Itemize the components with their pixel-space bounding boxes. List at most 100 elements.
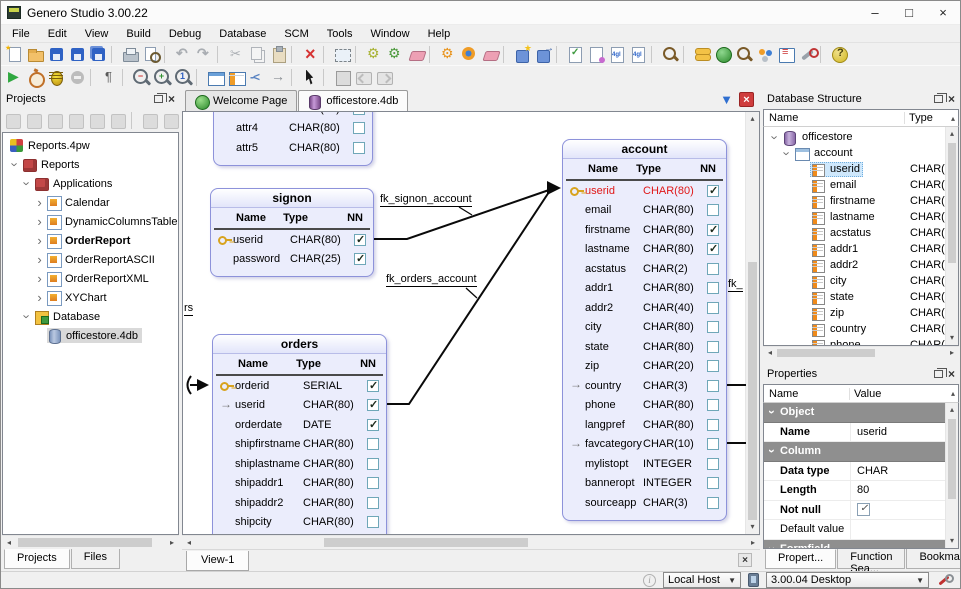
entity-table-attrs[interactable]: Name Type NN attr3 CHAR(80) <box>213 112 373 166</box>
chevron-down-icon[interactable] <box>764 520 780 539</box>
toolbar-button[interactable] <box>734 44 755 65</box>
menu-item[interactable]: SCM <box>275 25 317 42</box>
toolbar-button[interactable] <box>226 44 247 65</box>
menu-item[interactable]: Help <box>419 25 460 42</box>
entity-column-row[interactable]: addr1 CHAR(80) <box>563 279 726 299</box>
editor-tab[interactable]: Welcome Page <box>185 90 297 111</box>
entity-column-row[interactable]: password CHAR(25) <box>211 250 373 270</box>
entity-column-row[interactable]: acstatus CHAR(2) <box>563 259 726 279</box>
panel-tab[interactable]: Files <box>71 549 120 569</box>
not-null-checkbox[interactable] <box>367 419 379 431</box>
toolbar-button[interactable] <box>300 44 321 65</box>
entity-column-row[interactable]: zip CHAR(20) <box>563 357 726 377</box>
entity-table-orders[interactable]: orders Name Type NN orderid <box>212 334 387 534</box>
toolbar-button[interactable] <box>67 67 88 88</box>
projects-toolbar-button[interactable] <box>3 110 24 131</box>
db-structure-vertical-scrollbar[interactable]: ▴ ▾ <box>945 127 958 345</box>
panel-tab[interactable]: Projects <box>4 549 70 569</box>
toolbar-button[interactable] <box>374 67 395 88</box>
not-null-checkbox[interactable] <box>707 341 719 353</box>
db-structure-horizontal-scrollbar[interactable]: ◂ ▸ <box>763 346 959 359</box>
fk-label-partial[interactable]: rs <box>184 302 193 316</box>
filter-icon[interactable]: ▼ <box>720 93 733 106</box>
scroll-down-icon[interactable]: ▾ <box>946 331 958 345</box>
tree-expand-chevron-icon[interactable] <box>33 290 46 305</box>
diagram-canvas[interactable]: fk_signon_account fk_orders_account rs f… <box>183 112 746 534</box>
property-row[interactable]: Data type CHAR <box>764 462 958 482</box>
projects-horizontal-scrollbar[interactable]: ◂ ▸ <box>2 535 179 549</box>
toolbar-button[interactable] <box>247 44 268 65</box>
projects-tree-item[interactable]: Applications <box>3 174 178 193</box>
info-icon[interactable]: i <box>643 574 656 587</box>
projects-tree-item[interactable]: OrderReport <box>3 231 178 250</box>
projects-toolbar-button[interactable] <box>161 110 182 131</box>
db-structure-item[interactable]: country CHAR(3) <box>764 321 958 337</box>
property-row[interactable]: Object <box>764 403 958 423</box>
close-document-button[interactable]: × <box>739 92 754 107</box>
toolbar-button[interactable] <box>300 67 321 88</box>
maximize-button[interactable]: □ <box>892 1 926 25</box>
not-null-checkbox[interactable] <box>367 399 379 411</box>
toolbar-button[interactable] <box>628 44 649 65</box>
entity-column-row[interactable]: shiplastname CHAR(80) <box>213 454 386 474</box>
float-panel-icon[interactable] <box>934 95 943 103</box>
projects-tree-item[interactable]: OrderReportXML <box>3 269 178 288</box>
close-panel-icon[interactable]: × <box>948 94 955 104</box>
toolbar-button[interactable] <box>141 44 162 65</box>
minimize-button[interactable]: – <box>858 1 892 25</box>
scrollbar-thumb[interactable] <box>18 538 152 547</box>
db-structure-item[interactable]: acstatus CHAR(2) <box>764 225 958 241</box>
not-null-checkbox[interactable] <box>707 282 719 294</box>
toolbar-button[interactable] <box>131 67 152 88</box>
entity-column-row[interactable]: firstname CHAR(80) <box>563 220 726 240</box>
toolbar-button[interactable] <box>46 67 67 88</box>
toolbar-button[interactable] <box>67 44 88 65</box>
toolbar-button[interactable] <box>406 44 427 65</box>
toolbar-button[interactable] <box>25 67 46 88</box>
toolbar-button[interactable] <box>565 44 586 65</box>
db-structure-item[interactable]: email CHAR(80) <box>764 177 958 193</box>
db-structure-item[interactable]: zip CHAR(20) <box>764 305 958 321</box>
toolbar-button[interactable] <box>512 44 533 65</box>
projects-toolbar-button[interactable] <box>66 110 87 131</box>
scrollbar-thumb[interactable] <box>948 143 956 263</box>
float-panel-icon[interactable] <box>154 95 163 103</box>
db-structure-item[interactable]: addr1 CHAR(80) <box>764 241 958 257</box>
toolbar-button[interactable] <box>247 67 268 88</box>
value-column-header[interactable]: Value <box>850 388 958 400</box>
scroll-left-icon[interactable]: ◂ <box>763 347 777 359</box>
not-null-checkbox[interactable] <box>353 112 365 115</box>
tree-expand-chevron-icon[interactable] <box>33 195 46 210</box>
not-null-checkbox[interactable] <box>707 302 719 314</box>
db-structure-item[interactable]: phone CHAR(80) <box>764 337 958 346</box>
toolbar-button[interactable] <box>829 44 850 65</box>
not-null-checkbox[interactable] <box>707 497 719 509</box>
tree-expand-chevron-icon[interactable] <box>21 176 34 191</box>
entity-column-row[interactable]: attr4 CHAR(80) <box>214 119 372 139</box>
scroll-up-icon[interactable]: ▴ <box>746 112 759 126</box>
tree-expand-chevron-icon[interactable] <box>33 271 46 286</box>
float-panel-icon[interactable] <box>934 370 943 378</box>
panel-tab[interactable]: Function Sea... <box>837 549 905 569</box>
toolbar-button[interactable] <box>226 67 247 88</box>
fk-label[interactable]: fk_signon_account <box>380 193 472 207</box>
toolbar-button[interactable] <box>692 44 713 65</box>
entity-column-row[interactable]: shipstate CHAR(80) <box>213 532 386 534</box>
not-null-checkbox[interactable] <box>707 438 719 450</box>
toolbar-button[interactable] <box>120 44 141 65</box>
not-null-checkbox[interactable] <box>707 360 719 372</box>
not-null-checkbox[interactable] <box>707 477 719 489</box>
not-null-checkbox[interactable] <box>707 458 719 470</box>
menu-item[interactable]: Debug <box>160 25 210 42</box>
tree-expand-chevron-icon[interactable] <box>781 146 794 161</box>
scroll-right-icon[interactable]: ▸ <box>945 347 959 359</box>
properties-vertical-scrollbar[interactable]: ▴ ▾ <box>945 403 958 548</box>
toolbar-button[interactable] <box>268 67 289 88</box>
projects-tree-item[interactable]: DynamicColumnsTable <box>3 212 178 231</box>
close-panel-icon[interactable]: × <box>948 369 955 379</box>
diagram-vertical-scrollbar[interactable]: ▴ ▾ <box>745 112 759 534</box>
toolbar-button[interactable] <box>4 44 25 65</box>
toolbar-button[interactable] <box>99 67 120 88</box>
toolbar-button[interactable] <box>480 44 501 65</box>
close-button[interactable]: × <box>926 1 960 25</box>
